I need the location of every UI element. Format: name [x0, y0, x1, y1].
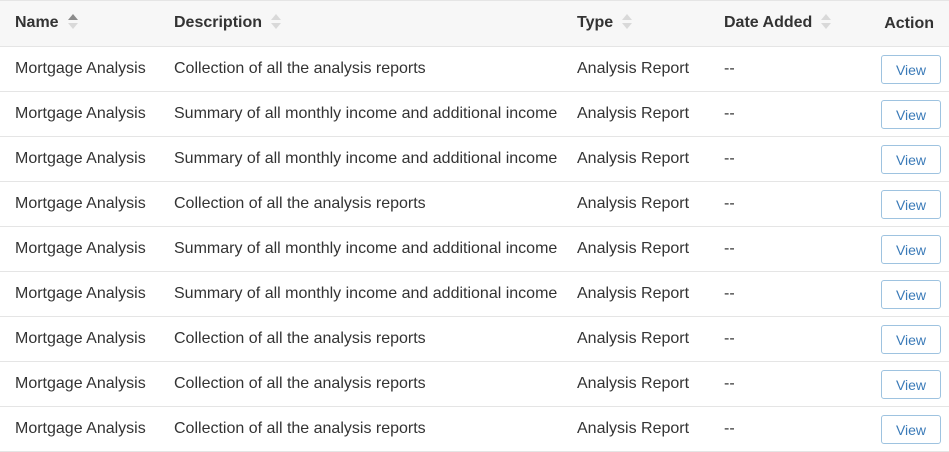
table-header: Name Description Type Date Added Action	[0, 0, 949, 47]
cell-action: View	[859, 361, 949, 407]
cell-name: Mortgage Analysis	[0, 46, 174, 92]
cell-type: Analysis Report	[577, 361, 724, 407]
cell-action: View	[859, 136, 949, 182]
cell-type: Analysis Report	[577, 136, 724, 182]
view-button[interactable]: View	[881, 324, 941, 354]
cell-type: Analysis Report	[577, 181, 724, 227]
column-header-name[interactable]: Name	[0, 0, 174, 47]
cell-date-added: --	[724, 406, 859, 452]
cell-description: Collection of all the analysis reports	[174, 316, 577, 362]
view-button[interactable]: View	[881, 99, 941, 129]
table-row: Mortgage Analysis Collection of all the …	[0, 316, 949, 362]
view-button[interactable]: View	[881, 144, 941, 174]
cell-type: Analysis Report	[577, 316, 724, 362]
table-row: Mortgage Analysis Summary of all monthly…	[0, 91, 949, 137]
sort-icon[interactable]	[271, 13, 282, 31]
cell-date-added: --	[724, 226, 859, 272]
cell-action: View	[859, 406, 949, 452]
cell-name: Mortgage Analysis	[0, 271, 174, 317]
cell-action: View	[859, 271, 949, 317]
table-row: Mortgage Analysis Summary of all monthly…	[0, 226, 949, 272]
cell-type: Analysis Report	[577, 46, 724, 92]
column-header-action: Action	[859, 0, 949, 47]
cell-name: Mortgage Analysis	[0, 91, 174, 137]
cell-name: Mortgage Analysis	[0, 181, 174, 227]
cell-description: Collection of all the analysis reports	[174, 46, 577, 92]
table-row: Mortgage Analysis Collection of all the …	[0, 181, 949, 227]
table-row: Mortgage Analysis Summary of all monthly…	[0, 271, 949, 317]
cell-date-added: --	[724, 136, 859, 182]
cell-description: Summary of all monthly income and additi…	[174, 271, 577, 317]
cell-date-added: --	[724, 361, 859, 407]
cell-description: Collection of all the analysis reports	[174, 406, 577, 452]
cell-description: Collection of all the analysis reports	[174, 361, 577, 407]
sort-icon[interactable]	[821, 13, 832, 31]
sort-ascending-icon[interactable]	[67, 13, 78, 31]
cell-date-added: --	[724, 46, 859, 92]
view-button[interactable]: View	[881, 234, 941, 264]
view-button[interactable]: View	[881, 414, 941, 444]
column-header-date-added[interactable]: Date Added	[724, 0, 859, 47]
cell-action: View	[859, 181, 949, 227]
view-button[interactable]: View	[881, 189, 941, 219]
cell-name: Mortgage Analysis	[0, 406, 174, 452]
cell-type: Analysis Report	[577, 226, 724, 272]
cell-name: Mortgage Analysis	[0, 226, 174, 272]
cell-description: Collection of all the analysis reports	[174, 181, 577, 227]
column-header-label: Type	[577, 14, 614, 32]
cell-date-added: --	[724, 181, 859, 227]
column-header-label: Description	[174, 14, 263, 32]
view-button[interactable]: View	[881, 54, 941, 84]
view-button[interactable]: View	[881, 279, 941, 309]
documents-table: Name Description Type Date Added Action …	[0, 0, 949, 452]
cell-description: Summary of all monthly income and additi…	[174, 91, 577, 137]
cell-name: Mortgage Analysis	[0, 361, 174, 407]
view-button[interactable]: View	[881, 369, 941, 399]
table-row: Mortgage Analysis Collection of all the …	[0, 46, 949, 92]
column-header-label: Date Added	[724, 14, 813, 32]
column-header-type[interactable]: Type	[577, 0, 724, 47]
cell-type: Analysis Report	[577, 91, 724, 137]
cell-date-added: --	[724, 316, 859, 362]
cell-action: View	[859, 226, 949, 272]
cell-description: Summary of all monthly income and additi…	[174, 136, 577, 182]
table-body: Mortgage Analysis Collection of all the …	[0, 46, 949, 452]
cell-name: Mortgage Analysis	[0, 316, 174, 362]
table-row: Mortgage Analysis Collection of all the …	[0, 361, 949, 407]
cell-type: Analysis Report	[577, 406, 724, 452]
cell-action: View	[859, 316, 949, 362]
cell-description: Summary of all monthly income and additi…	[174, 226, 577, 272]
sort-icon[interactable]	[622, 13, 633, 31]
table-row: Mortgage Analysis Collection of all the …	[0, 406, 949, 452]
column-header-label: Action	[884, 14, 934, 32]
cell-name: Mortgage Analysis	[0, 136, 174, 182]
cell-date-added: --	[724, 271, 859, 317]
column-header-description[interactable]: Description	[174, 0, 577, 47]
cell-action: View	[859, 91, 949, 137]
header-row: Name Description Type Date Added Action	[0, 0, 949, 47]
cell-action: View	[859, 46, 949, 92]
cell-type: Analysis Report	[577, 271, 724, 317]
column-header-label: Name	[15, 14, 59, 32]
table-row: Mortgage Analysis Summary of all monthly…	[0, 136, 949, 182]
cell-date-added: --	[724, 91, 859, 137]
